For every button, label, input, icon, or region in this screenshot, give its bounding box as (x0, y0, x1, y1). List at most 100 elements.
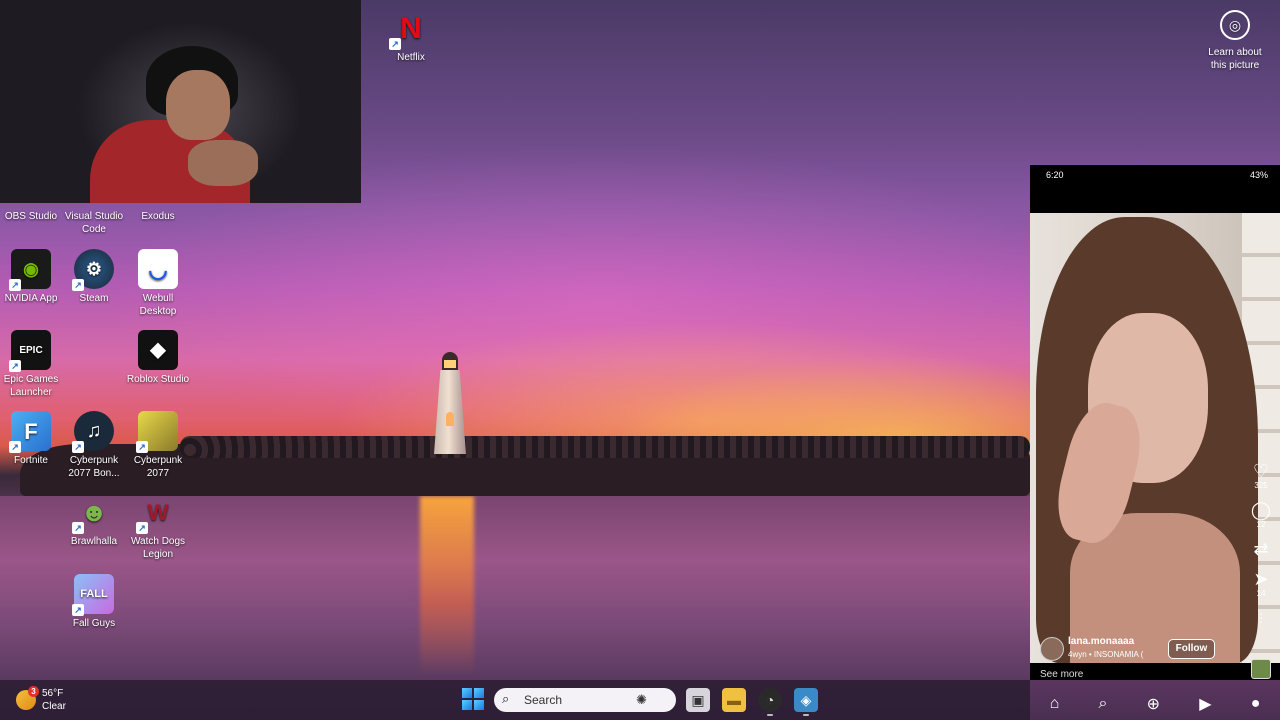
author-username[interactable]: lana.monaaaa (1068, 636, 1134, 647)
comment-count: 12 (1256, 520, 1266, 529)
desktop-icon-webull[interactable]: ◡ Webull Desktop (126, 249, 190, 318)
nvidia-icon: ◉ ↗ (9, 249, 51, 291)
desktop-icon-label: Steam (79, 293, 109, 304)
taskbar-search[interactable]: ⌕ Search ✺ (494, 688, 676, 712)
desktop-icon-label: OBS Studio (4, 211, 58, 222)
brawlhalla-icon: ☻ ↗ (72, 492, 114, 534)
more-options-button[interactable]: ⋮ (1246, 608, 1276, 628)
phone-mirror-window[interactable]: 6:20 43% ♡ 325 ◯ 12 ⇄ ➤ 14 ⋮ lana.monaaa… (1030, 165, 1280, 680)
share-count: 14 (1256, 589, 1266, 598)
webull-icon: ◡ (138, 249, 178, 289)
repost-icon: ⇄ (1253, 539, 1269, 559)
desktop-icon-cyberpunk-bonus[interactable]: ♫ ↗ Cyberpunk 2077 Bon... (62, 411, 126, 480)
desktop-icon-fortnite[interactable]: F ↗ Fortnite (0, 411, 63, 467)
running-indicator (803, 714, 809, 716)
desktop-icon-netflix[interactable]: N ↗ Netflix (379, 8, 443, 64)
desktop-icon-label: Cyberpunk 2077 Bon... (68, 455, 120, 479)
create-icon[interactable]: ⊕ (1147, 694, 1160, 714)
camera-lens-icon: ◎ (1220, 10, 1250, 40)
reel-video[interactable] (1030, 213, 1280, 663)
webcam-overlay (0, 0, 361, 203)
audio-label[interactable]: 4wyn • INSONAMIA ( (1068, 650, 1164, 659)
desktop-icon-cyberpunk-2077[interactable]: ↗ Cyberpunk 2077 (126, 411, 190, 480)
weather-temp: 56°F (42, 688, 64, 699)
task-view-icon[interactable]: ▣ (686, 688, 710, 712)
phone-status-bar: 6:20 43% (1030, 165, 1280, 185)
lighthouse-reflection (420, 496, 474, 676)
reels-icon[interactable]: ▶ (1199, 694, 1211, 714)
like-button[interactable]: ♡ 325 (1246, 461, 1276, 490)
search-icon: ⌕ (502, 691, 510, 706)
phone-link-icon[interactable]: ◈ (794, 688, 818, 712)
file-explorer-icon[interactable]: ▬ (722, 688, 746, 712)
taskbar: 3 56°F Clear ⌕ Search ✺ ▣ ▬ ◔ ◈ (0, 680, 1030, 720)
windows-logo-icon (462, 688, 472, 698)
desktop-icon-label: Epic Games Launcher (3, 374, 59, 398)
repost-button[interactable]: ⇄ (1246, 539, 1276, 559)
desktop-icon-label: Fortnite (14, 455, 48, 466)
heart-icon: ♡ (1252, 461, 1270, 481)
desktop-icon-label: Exodus (141, 211, 175, 222)
weather-widget[interactable]: 3 56°F Clear (14, 686, 84, 714)
desktop-icon-steam[interactable]: ⚙ ↗ Steam (62, 249, 126, 305)
notification-badge: 3 (28, 686, 39, 697)
desktop-icon-label: Cyberpunk 2077 (133, 455, 183, 479)
desktop-icon-label: Netflix (397, 52, 425, 63)
weather-condition: Clear (42, 701, 66, 712)
search-icon[interactable]: ⌕ (1098, 695, 1107, 713)
desktop-icon-epic-games[interactable]: EPIC ↗ Epic Games Launcher (0, 330, 63, 399)
desktop-icon-vscode[interactable]: Visual Studio Code (62, 210, 126, 236)
phone-bottom-nav: ⌂ ⌕ ⊕ ▶ ● (1030, 688, 1280, 720)
desktop-icon-label: Roblox Studio (126, 374, 190, 385)
follow-button[interactable]: Follow (1168, 639, 1215, 659)
desktop-icon-watch-dogs[interactable]: W ↗ Watch Dogs Legion (126, 492, 190, 561)
audio-thumbnail[interactable] (1251, 659, 1271, 679)
search-highlight-icon: ✺ (636, 692, 647, 707)
reel-actions: ♡ 325 ◯ 12 ⇄ ➤ 14 ⋮ (1246, 461, 1276, 638)
netflix-icon: N ↗ (389, 8, 431, 50)
desktop-icon-brawlhalla[interactable]: ☻ ↗ Brawlhalla (62, 492, 126, 548)
comment-button[interactable]: ◯ 12 (1246, 500, 1276, 529)
share-button[interactable]: ➤ 14 (1246, 569, 1276, 598)
epic-games-icon: EPIC ↗ (9, 330, 51, 372)
profile-icon[interactable]: ● (1251, 695, 1261, 713)
fortnite-icon: F ↗ (9, 411, 51, 453)
watch-dogs-icon: W ↗ (136, 492, 178, 534)
see-more-link[interactable]: See more (1040, 669, 1083, 680)
desktop-icon-label: Brawlhalla (70, 536, 118, 547)
home-icon[interactable]: ⌂ (1050, 695, 1060, 713)
comment-icon: ◯ (1250, 500, 1272, 520)
obs-taskbar-icon[interactable]: ◔ (758, 688, 782, 712)
lighthouse (432, 352, 468, 454)
search-placeholder: Search (524, 693, 563, 707)
avatar[interactable] (1040, 637, 1064, 661)
roblox-icon: ◆ (138, 330, 178, 370)
learn-label-line2: this picture (1210, 60, 1260, 71)
more-vertical-icon: ⋮ (1255, 611, 1267, 625)
phone-time: 6:20 (1046, 170, 1064, 180)
desktop-icon-label: Fall Guys (72, 618, 116, 629)
rock-jetty-top (180, 436, 1030, 458)
learn-label-line1: Learn about (1208, 47, 1262, 58)
desktop-icon-obs-studio[interactable]: OBS Studio (0, 210, 63, 223)
learn-about-picture[interactable]: ◎ Learn about this picture (1200, 10, 1270, 72)
desktop-icon-label: Visual Studio Code (64, 211, 124, 235)
like-count: 325 (1254, 481, 1268, 490)
desktop-icon-fall-guys[interactable]: FALL ↗ Fall Guys (62, 574, 126, 630)
desktop-icon-label: NVIDIA App (4, 293, 58, 304)
desktop-icon-label: Watch Dogs Legion (130, 536, 186, 560)
webcam-person-face (166, 70, 230, 140)
desktop-icon-roblox-studio[interactable]: ◆ Roblox Studio (126, 330, 190, 386)
cyberpunk-icon: ↗ (136, 411, 178, 453)
desktop-icon-nvidia-app[interactable]: ◉ ↗ NVIDIA App (0, 249, 63, 305)
fall-guys-icon: FALL ↗ (72, 574, 114, 616)
send-icon: ➤ (1253, 569, 1269, 589)
phone-battery: 43% (1249, 170, 1268, 180)
webcam-person-hands (188, 140, 258, 186)
desktop-icon-exodus[interactable]: Exodus (126, 210, 190, 223)
desktop-icon-label: Webull Desktop (139, 293, 177, 317)
start-button[interactable] (462, 688, 484, 710)
running-indicator (767, 714, 773, 716)
steam-icon: ⚙ ↗ (72, 249, 114, 291)
music-note-icon: ♫ ↗ (72, 411, 114, 453)
